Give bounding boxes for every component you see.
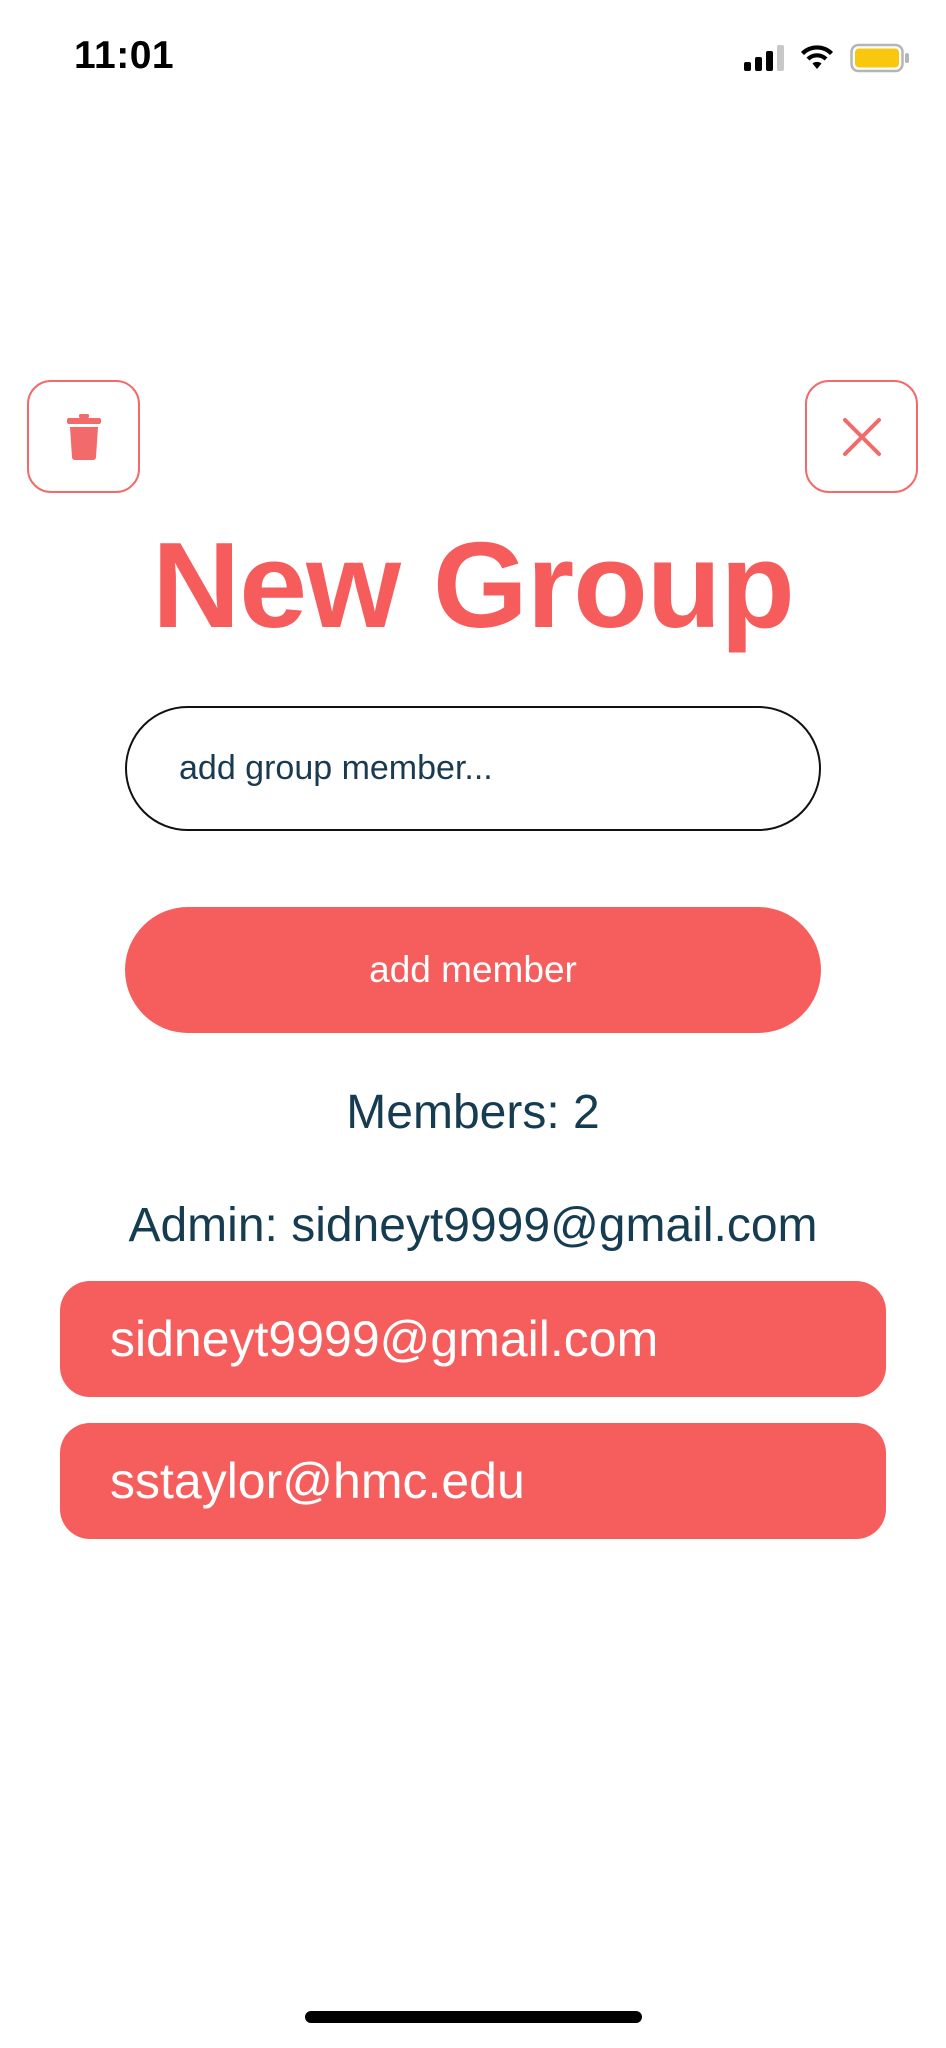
home-indicator[interactable]: [305, 2011, 642, 2023]
trash-icon: [66, 413, 101, 460]
member-item[interactable]: sstaylor@hmc.edu: [60, 1423, 886, 1539]
member-list: sidneyt9999@gmail.com sstaylor@hmc.edu: [60, 1281, 886, 1565]
delete-group-button[interactable]: [27, 380, 140, 493]
add-member-input[interactable]: [125, 706, 821, 831]
admin-label: Admin: sidneyt9999@gmail.com: [128, 1199, 818, 1252]
status-time: 11:01: [74, 34, 175, 77]
close-button[interactable]: [805, 380, 918, 493]
add-member-button[interactable]: add member: [125, 907, 821, 1033]
member-item[interactable]: sidneyt9999@gmail.com: [60, 1281, 886, 1397]
wifi-icon: [801, 45, 833, 69]
status-icons: [744, 40, 910, 76]
status-bar: 11:01: [0, 0, 946, 120]
cellular-signal-icon: [744, 45, 784, 71]
page-title: New Group: [152, 517, 795, 653]
battery-icon: [850, 43, 909, 73]
members-count: Members: 2: [346, 1086, 600, 1139]
close-icon: [842, 417, 881, 456]
